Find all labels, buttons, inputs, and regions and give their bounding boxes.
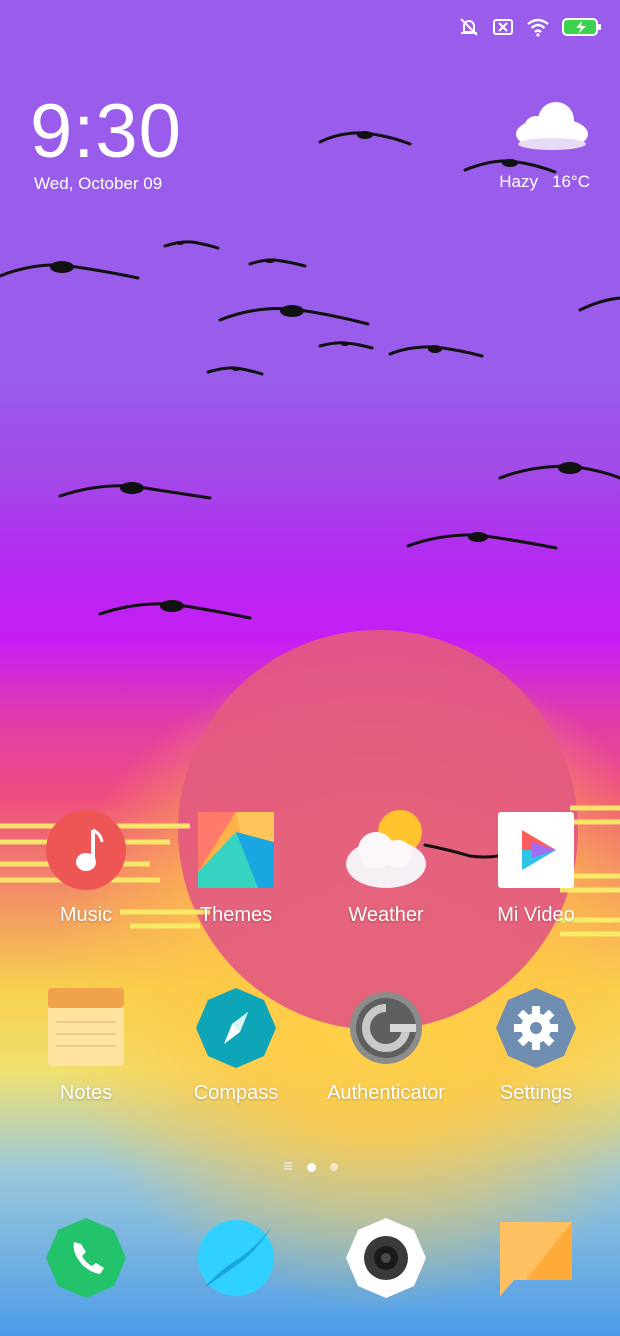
app-weather[interactable]: Weather <box>311 810 461 927</box>
camera-icon <box>346 1218 426 1302</box>
home-screen: 9:30 Wed, October 09 Hazy 16°C Music The… <box>0 0 620 1336</box>
silent-off-icon <box>458 16 480 38</box>
app-label: Notes <box>59 1082 113 1104</box>
dock-messages[interactable] <box>496 1218 576 1298</box>
clock-date: Wed, October 09 <box>34 174 163 193</box>
app-mi-video[interactable]: Mi Video <box>461 810 611 927</box>
notes-icon <box>46 988 126 1068</box>
app-label: Mi Video <box>497 904 575 926</box>
app-label: Authenticator <box>327 1082 445 1104</box>
app-label: Music <box>59 904 113 926</box>
compass-icon <box>196 988 276 1068</box>
menu-lines-icon <box>283 1158 293 1176</box>
battery-charging-icon <box>562 17 602 37</box>
app-label: Settings <box>499 1082 573 1104</box>
page-dot[interactable] <box>329 1163 338 1171</box>
weather-condition: Hazy <box>499 172 539 191</box>
page-indicator[interactable] <box>0 1158 620 1176</box>
dock-phone[interactable] <box>46 1218 126 1298</box>
wallpaper <box>0 131 620 1030</box>
clock-time[interactable]: 9:30 <box>30 88 182 175</box>
weather-summary[interactable]: Hazy 16°C <box>499 172 590 192</box>
app-notes[interactable]: Notes <box>11 988 161 1105</box>
phone-icon <box>46 1218 126 1302</box>
app-themes[interactable]: Themes <box>161 810 311 927</box>
app-label: Themes <box>199 904 273 926</box>
play-icon <box>496 810 576 890</box>
themes-icon <box>196 810 276 890</box>
messages-icon <box>496 1222 576 1302</box>
app-authenticator[interactable]: Authenticator <box>311 988 461 1105</box>
app-settings[interactable]: Settings <box>461 988 611 1105</box>
app-compass[interactable]: Compass <box>161 988 311 1105</box>
sim-none-icon <box>492 17 514 37</box>
weather-temperature: 16°C <box>552 172 590 191</box>
app-label: Weather <box>348 904 424 926</box>
gear-icon <box>496 988 576 1068</box>
app-music[interactable]: Music <box>11 810 161 927</box>
browser-icon <box>196 1220 276 1302</box>
app-label: Compass <box>193 1082 279 1104</box>
status-bar <box>458 16 602 38</box>
weather-icon <box>346 810 426 890</box>
page-dot-active[interactable] <box>306 1162 316 1172</box>
music-note-icon <box>45 810 126 890</box>
dock-camera[interactable] <box>346 1218 426 1298</box>
authenticator-icon <box>346 988 426 1068</box>
cloud-icon[interactable] <box>514 100 590 157</box>
wifi-icon <box>526 17 550 37</box>
dock-browser[interactable] <box>196 1218 276 1298</box>
